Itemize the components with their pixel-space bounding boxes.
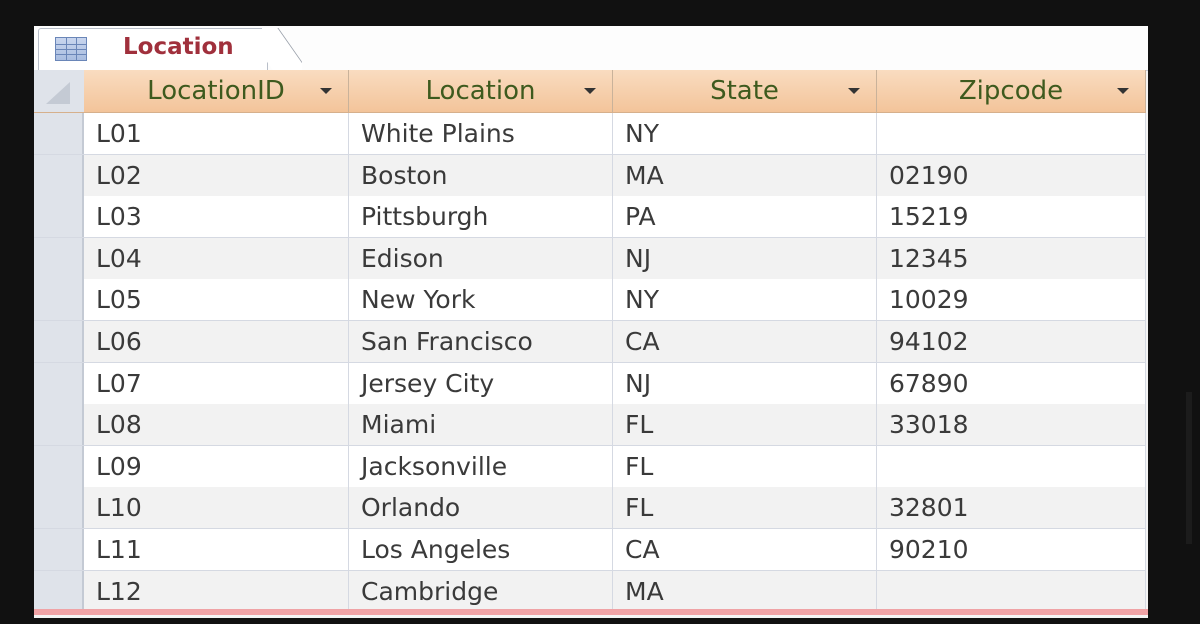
column-header-zipcode[interactable]: Zipcode xyxy=(877,70,1146,112)
cell-location[interactable]: Orlando xyxy=(349,487,613,529)
cell-zipcode[interactable]: 32801 xyxy=(877,487,1146,529)
tab-edge xyxy=(262,28,302,70)
cell-zipcode[interactable]: 12345 xyxy=(877,237,1146,279)
cell-location[interactable]: New York xyxy=(349,279,613,321)
table-row[interactable]: L07 Jersey City NJ 67890 xyxy=(34,362,1146,405)
column-header-state[interactable]: State xyxy=(613,70,877,112)
column-header-label: Zipcode xyxy=(958,76,1064,106)
document-tab-bar: Location xyxy=(34,26,1148,71)
table-row[interactable]: L08 Miami FL 33018 xyxy=(34,404,1146,447)
table-row[interactable]: L09 Jacksonville FL xyxy=(34,445,1146,488)
sort-filter-dropdown-icon[interactable] xyxy=(584,88,596,94)
cell-state[interactable]: MA xyxy=(613,570,877,612)
cell-location[interactable]: White Plains xyxy=(349,113,613,154)
new-record-row-edge xyxy=(34,609,1148,615)
datasheet-window: Location LocationID Location State Zipco… xyxy=(34,26,1148,618)
cell-location[interactable]: San Francisco xyxy=(349,321,613,362)
sort-filter-dropdown-icon[interactable] xyxy=(320,88,332,94)
record-selector[interactable] xyxy=(34,529,84,570)
record-selector[interactable] xyxy=(34,570,84,612)
record-selector[interactable] xyxy=(34,487,84,529)
table-row[interactable]: L06 San Francisco CA 94102 xyxy=(34,321,1146,363)
cell-locationid[interactable]: L10 xyxy=(84,487,349,529)
cell-locationid[interactable]: L11 xyxy=(84,529,349,570)
record-selector[interactable] xyxy=(34,404,84,446)
scrollbar[interactable] xyxy=(1186,392,1192,544)
cell-state[interactable]: CA xyxy=(613,529,877,570)
cell-location[interactable]: Pittsburgh xyxy=(349,196,613,238)
record-selector[interactable] xyxy=(34,445,84,487)
cell-locationid[interactable]: L03 xyxy=(84,196,349,238)
column-header-locationid[interactable]: LocationID xyxy=(84,70,349,112)
cell-locationid[interactable]: L09 xyxy=(84,445,349,487)
table-icon xyxy=(55,37,87,61)
column-header-label: LocationID xyxy=(147,76,285,106)
cell-state[interactable]: PA xyxy=(613,196,877,238)
cell-location[interactable]: Miami xyxy=(349,404,613,446)
cell-zipcode[interactable]: 90210 xyxy=(877,529,1146,570)
cell-state[interactable]: NY xyxy=(613,279,877,321)
cell-locationid[interactable]: L02 xyxy=(84,154,349,196)
table-row[interactable]: L12 Cambridge MA xyxy=(34,570,1146,613)
cell-locationid[interactable]: L01 xyxy=(84,113,349,154)
cell-state[interactable]: NJ xyxy=(613,237,877,279)
cell-zipcode[interactable]: 94102 xyxy=(877,321,1146,362)
cell-location[interactable]: Cambridge xyxy=(349,570,613,612)
column-header-location[interactable]: Location xyxy=(349,70,613,112)
cell-state[interactable]: FL xyxy=(613,404,877,446)
select-all-icon xyxy=(46,82,70,104)
cell-zipcode[interactable] xyxy=(877,113,1146,154)
record-selector[interactable] xyxy=(34,237,84,279)
record-selector[interactable] xyxy=(34,196,84,238)
table-row[interactable]: L05 New York NY 10029 xyxy=(34,279,1146,322)
table-row[interactable]: L03 Pittsburgh PA 15219 xyxy=(34,196,1146,239)
cell-zipcode[interactable]: 67890 xyxy=(877,362,1146,404)
tab-label: Location xyxy=(123,34,234,60)
column-header-label: Location xyxy=(425,76,536,106)
record-selector[interactable] xyxy=(34,154,84,196)
table-row[interactable]: L11 Los Angeles CA 90210 xyxy=(34,529,1146,571)
cell-state[interactable]: CA xyxy=(613,321,877,362)
table-row[interactable]: L02 Boston MA 02190 xyxy=(34,154,1146,197)
column-header-label: State xyxy=(710,76,779,106)
cell-location[interactable]: Jacksonville xyxy=(349,445,613,487)
cell-state[interactable]: MA xyxy=(613,154,877,196)
cell-state[interactable]: FL xyxy=(613,445,877,487)
cell-locationid[interactable]: L08 xyxy=(84,404,349,446)
cell-state[interactable]: NJ xyxy=(613,362,877,404)
tab-location[interactable]: Location xyxy=(38,28,268,71)
cell-location[interactable]: Jersey City xyxy=(349,362,613,404)
cell-zipcode[interactable]: 33018 xyxy=(877,404,1146,446)
table-row[interactable]: L04 Edison NJ 12345 xyxy=(34,237,1146,280)
cell-zipcode[interactable] xyxy=(877,445,1146,487)
record-selector[interactable] xyxy=(34,113,84,154)
cell-zipcode[interactable]: 10029 xyxy=(877,279,1146,321)
sort-filter-dropdown-icon[interactable] xyxy=(1117,88,1129,94)
cell-zipcode[interactable]: 15219 xyxy=(877,196,1146,238)
cell-state[interactable]: NY xyxy=(613,113,877,154)
cell-locationid[interactable]: L04 xyxy=(84,237,349,279)
select-all-button[interactable] xyxy=(34,70,84,112)
cell-location[interactable]: Edison xyxy=(349,237,613,279)
table-row[interactable]: L10 Orlando FL 32801 xyxy=(34,487,1146,530)
record-selector[interactable] xyxy=(34,279,84,321)
record-selector[interactable] xyxy=(34,321,84,362)
sort-filter-dropdown-icon[interactable] xyxy=(848,88,860,94)
header-row: LocationID Location State Zipcode xyxy=(34,70,1146,113)
cell-locationid[interactable]: L12 xyxy=(84,570,349,612)
cell-location[interactable]: Boston xyxy=(349,154,613,196)
cell-zipcode[interactable]: 02190 xyxy=(877,154,1146,196)
cell-location[interactable]: Los Angeles xyxy=(349,529,613,570)
cell-state[interactable]: FL xyxy=(613,487,877,529)
table-row[interactable]: L01 White Plains NY xyxy=(34,113,1146,155)
cell-zipcode[interactable] xyxy=(877,570,1146,612)
cell-locationid[interactable]: L07 xyxy=(84,362,349,404)
cell-locationid[interactable]: L05 xyxy=(84,279,349,321)
cell-locationid[interactable]: L06 xyxy=(84,321,349,362)
record-selector[interactable] xyxy=(34,362,84,404)
